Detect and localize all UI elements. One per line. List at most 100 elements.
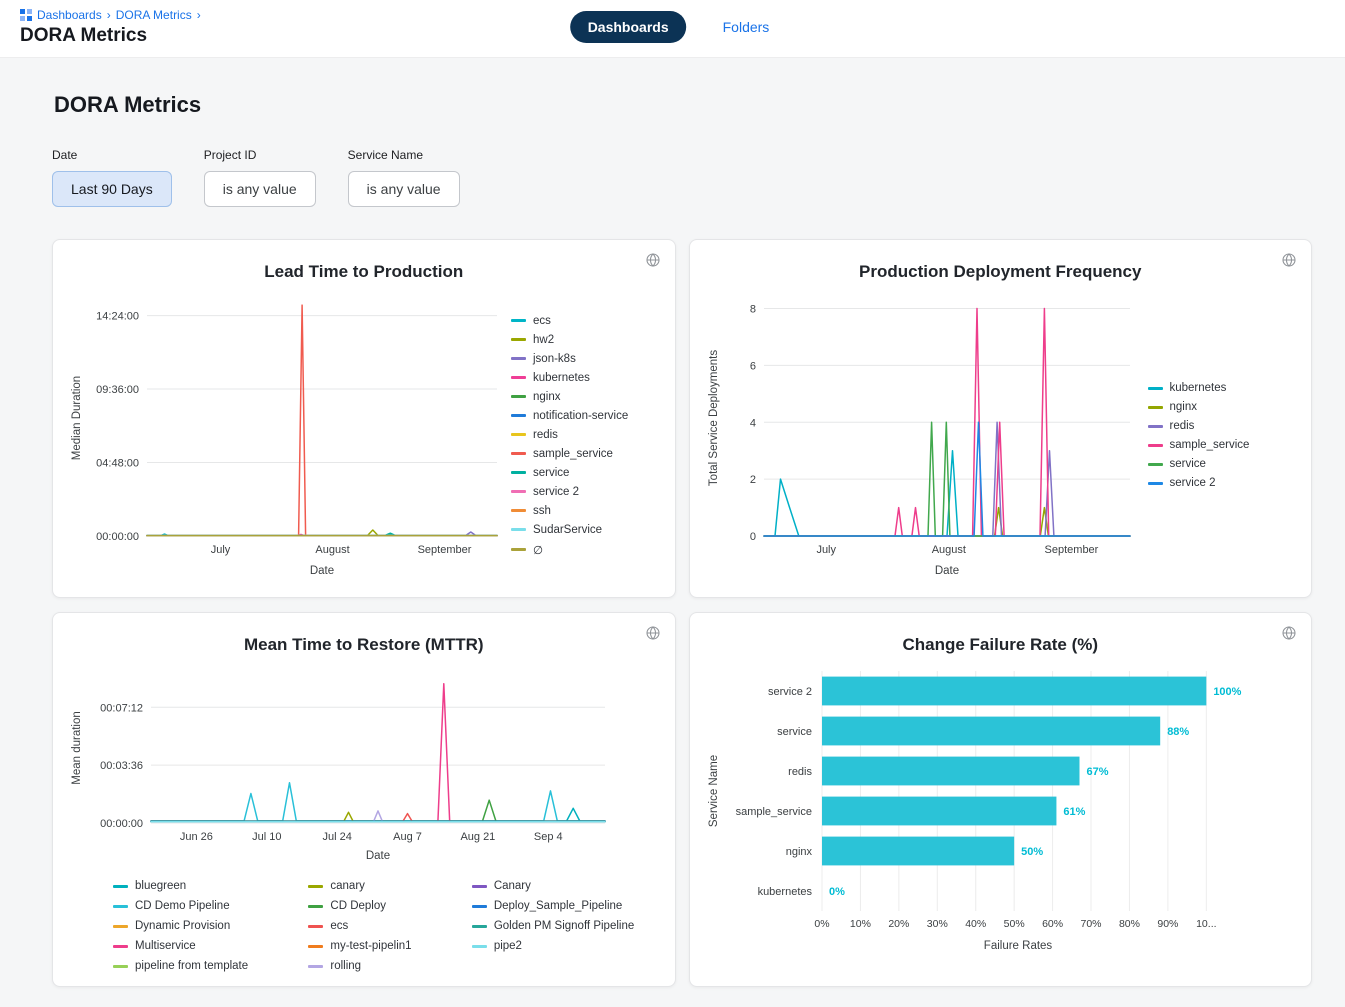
legend-item-service-2[interactable]: service 2: [511, 486, 628, 498]
legend-label: pipeline from template: [135, 960, 248, 972]
legend-item-service[interactable]: service: [511, 467, 628, 479]
legend-item-multiservice[interactable]: Multiservice: [113, 940, 274, 952]
legend-label: Multiservice: [135, 940, 196, 952]
legend-item-my-test-pipelin1[interactable]: my-test-pipelin1: [308, 940, 437, 952]
legend-item-pipeline-from-template[interactable]: pipeline from template: [113, 960, 274, 972]
public-globe-icon[interactable]: [1281, 625, 1297, 641]
legend-label: bluegreen: [135, 880, 186, 892]
card-mean-time-to-restore: Mean Time to Restore (MTTR) 00:00:0000:0…: [52, 612, 676, 987]
lead-time-legend: ecs hw2 json-k8s kubernetes nginx notificatio…: [511, 315, 628, 557]
legend-swatch: [1148, 406, 1163, 409]
legend-swatch: [511, 433, 526, 436]
bar-category-label: nginx: [785, 846, 812, 858]
legend-item-redis[interactable]: redis: [1148, 420, 1250, 432]
bar-service[interactable]: [822, 717, 1160, 746]
legend-item-sudarservice[interactable]: SudarService: [511, 524, 628, 536]
bar-value-label: 50%: [1021, 846, 1043, 858]
chart-title-lead-time: Lead Time to Production: [67, 262, 661, 282]
legend-item-json-k8s[interactable]: json-k8s: [511, 353, 628, 365]
legend-label: pipe2: [494, 940, 522, 952]
filter-service-name-value[interactable]: is any value: [348, 171, 460, 207]
legend-item-golden-pm-signoff-pipeline[interactable]: Golden PM Signoff Pipeline: [472, 920, 661, 932]
bar-sample-service[interactable]: [822, 797, 1056, 826]
bar-service-2[interactable]: [822, 677, 1206, 706]
public-globe-icon[interactable]: [645, 252, 661, 268]
legend-label: canary: [330, 880, 365, 892]
legend-label: rolling: [330, 960, 361, 972]
legend-item-ecs[interactable]: ecs: [308, 920, 437, 932]
legend-item-kubernetes[interactable]: kubernetes: [1148, 382, 1250, 394]
legend-item-canary[interactable]: canary: [308, 880, 437, 892]
legend-swatch: [113, 945, 128, 948]
svg-text:00:03:36: 00:03:36: [100, 760, 143, 772]
legend-item-cd-deploy[interactable]: CD Deploy: [308, 900, 437, 912]
legend-item-nginx[interactable]: nginx: [511, 391, 628, 403]
series-line-rolling[interactable]: [151, 811, 605, 822]
legend-swatch: [1148, 387, 1163, 390]
legend-item-dynamic-provision[interactable]: Dynamic Provision: [113, 920, 274, 932]
breadcrumb-link-dashboards[interactable]: Dashboards: [37, 8, 102, 22]
legend-label: Dynamic Provision: [135, 920, 230, 932]
filter-date-value[interactable]: Last 90 Days: [52, 171, 172, 207]
legend-item-notification-service[interactable]: notification-service: [511, 410, 628, 422]
legend-label: sample_service: [533, 448, 613, 460]
legend-swatch: [511, 376, 526, 379]
legend-swatch: [1148, 425, 1163, 428]
legend-item-hw2[interactable]: hw2: [511, 334, 628, 346]
legend-item-sample-service[interactable]: sample_service: [1148, 439, 1250, 451]
legend-label: service 2: [533, 486, 579, 498]
legend-item-sample-service[interactable]: sample_service: [511, 448, 628, 460]
legend-item-bluegreen[interactable]: bluegreen: [113, 880, 274, 892]
breadcrumb-link-dora-metrics[interactable]: DORA Metrics: [116, 8, 192, 22]
legend-item-rolling[interactable]: rolling: [308, 960, 437, 972]
filter-project-id-value[interactable]: is any value: [204, 171, 316, 207]
legend-item-canary[interactable]: Canary: [472, 880, 661, 892]
tab-dashboards[interactable]: Dashboards: [570, 11, 687, 43]
bar-redis[interactable]: [822, 757, 1079, 786]
svg-text:Service Name: Service Name: [708, 755, 720, 827]
legend-item-series-12[interactable]: ∅: [511, 543, 628, 557]
svg-text:Failure Rates: Failure Rates: [983, 940, 1052, 952]
legend-swatch: [472, 885, 487, 888]
series-line-cd-demo-pipeline[interactable]: [151, 783, 605, 821]
bar-nginx[interactable]: [822, 837, 1014, 866]
tab-folders[interactable]: Folders: [717, 18, 776, 36]
svg-text:90%: 90%: [1157, 918, 1178, 930]
legend-swatch: [308, 945, 323, 948]
legend-swatch: [472, 925, 487, 928]
bar-category-label: redis: [788, 766, 812, 778]
legend-item-pipe2[interactable]: pipe2: [472, 940, 661, 952]
header-tabs: Dashboards Folders: [570, 11, 776, 43]
legend-item-service[interactable]: service: [1148, 458, 1250, 470]
legend-label: ssh: [533, 505, 551, 517]
series-line-multiservice[interactable]: [151, 684, 605, 822]
bar-category-label: sample_service: [735, 806, 811, 818]
lead-time-chart: 00:00:0004:48:0009:36:0014:24:00JulyAugu…: [67, 284, 503, 587]
series-line-ecs[interactable]: [151, 814, 605, 822]
svg-text:40%: 40%: [965, 918, 986, 930]
legend-item-kubernetes[interactable]: kubernetes: [511, 372, 628, 384]
svg-text:Date: Date: [934, 565, 958, 577]
public-globe-icon[interactable]: [645, 625, 661, 641]
svg-text:04:48:00: 04:48:00: [96, 458, 139, 470]
svg-text:4: 4: [749, 417, 755, 429]
svg-text:6: 6: [749, 360, 755, 372]
series-line-sample-service[interactable]: [147, 305, 497, 535]
svg-text:8: 8: [749, 304, 755, 316]
svg-text:Aug 21: Aug 21: [460, 831, 495, 843]
legend-item-cd-demo-pipeline[interactable]: CD Demo Pipeline: [113, 900, 274, 912]
legend-item-service-2[interactable]: service 2: [1148, 477, 1250, 489]
svg-text:Jul 24: Jul 24: [322, 831, 351, 843]
svg-text:Date: Date: [310, 565, 334, 577]
legend-item-redis[interactable]: redis: [511, 429, 628, 441]
legend-label: CD Demo Pipeline: [135, 900, 230, 912]
legend-item-ecs[interactable]: ecs: [511, 315, 628, 327]
filter-project-id-label: Project ID: [204, 148, 316, 162]
public-globe-icon[interactable]: [1281, 252, 1297, 268]
series-line-canary[interactable]: [151, 812, 605, 821]
bar-category-label: kubernetes: [757, 886, 812, 898]
legend-label: service: [1170, 458, 1206, 470]
legend-item-deploy-sample-pipeline[interactable]: Deploy_Sample_Pipeline: [472, 900, 661, 912]
legend-item-ssh[interactable]: ssh: [511, 505, 628, 517]
legend-item-nginx[interactable]: nginx: [1148, 401, 1250, 413]
